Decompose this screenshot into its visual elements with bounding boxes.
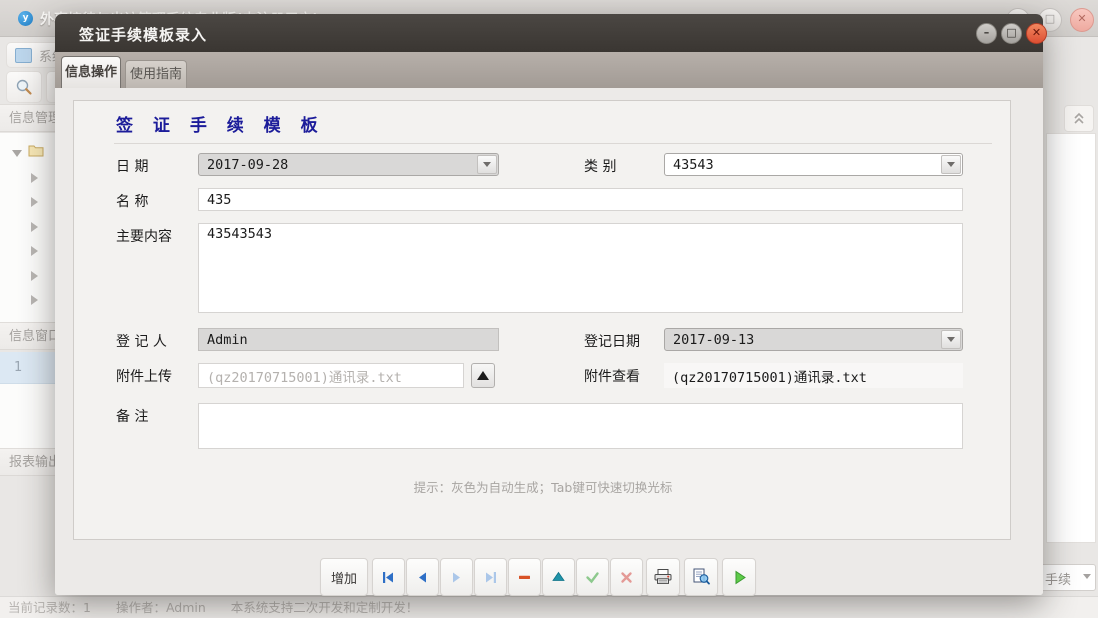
- category-value: 43543: [673, 157, 714, 173]
- print-icon: [653, 568, 673, 586]
- search-icon: [15, 78, 33, 96]
- name-input[interactable]: [198, 188, 963, 211]
- attachment-upload-button[interactable]: [471, 363, 495, 388]
- first-record-button[interactable]: [372, 558, 405, 596]
- double-chevron-up-icon: [1072, 112, 1086, 125]
- register-date-combobox[interactable]: 2017-09-13: [664, 328, 963, 351]
- edit-record-icon: [550, 569, 567, 586]
- main-content-textarea[interactable]: 43543543: [198, 223, 963, 313]
- category-combobox[interactable]: 43543: [664, 153, 963, 176]
- remark-textarea[interactable]: [198, 403, 963, 449]
- registrant-input[interactable]: [198, 328, 499, 351]
- screen: y 外事接待与出访管理系统专业版(未注册用户) – □ ✕ 系统 信息管理 信息…: [0, 0, 1098, 618]
- last-record-button[interactable]: [474, 558, 507, 596]
- tree-item-arrow-icon[interactable]: [31, 271, 38, 281]
- chevron-down-icon: [947, 337, 955, 342]
- print-preview-button[interactable]: [684, 558, 718, 596]
- print-preview-icon: [691, 568, 711, 586]
- system-menu-icon: [15, 48, 32, 63]
- first-record-icon: [380, 569, 397, 586]
- attachment-view-field[interactable]: (qz20170715001)通讯录.txt: [664, 363, 963, 388]
- tree-item-arrow-icon[interactable]: [31, 295, 38, 305]
- form-panel: 签 证 手 续 模 板 日 期 2017-09-28 类 别 43543 名 称…: [73, 100, 1011, 540]
- confirm-check-icon: [584, 569, 601, 586]
- tree-item-arrow-icon[interactable]: [31, 246, 38, 256]
- last-record-icon: [482, 569, 499, 586]
- tab-info-operation[interactable]: 信息操作: [61, 56, 121, 88]
- register-date-value: 2017-09-13: [673, 332, 754, 348]
- bg-close-button[interactable]: ✕: [1070, 8, 1094, 32]
- dialog-minimize-button[interactable]: –: [976, 23, 997, 44]
- tab-user-guide[interactable]: 使用指南: [125, 60, 187, 88]
- register-date-label: 登记日期: [584, 331, 640, 351]
- main-content-label: 主要内容: [116, 226, 172, 246]
- right-bottom-dropdown-value: 手续: [1045, 569, 1071, 588]
- dialog-close-button[interactable]: ✕: [1026, 23, 1047, 44]
- upload-icon: [477, 371, 489, 380]
- collapse-panel-button[interactable]: [1064, 105, 1094, 132]
- category-label: 类 别: [584, 156, 616, 176]
- tree-expanded-arrow-icon[interactable]: [12, 150, 22, 157]
- tree-item-arrow-icon[interactable]: [31, 222, 38, 232]
- delete-record-icon: [516, 569, 533, 586]
- form-heading: 签 证 手 续 模 板: [116, 111, 325, 136]
- dialog-tabstrip: [55, 52, 1043, 88]
- dialog-maximize-button[interactable]: □: [1001, 23, 1022, 44]
- name-label: 名 称: [116, 191, 148, 211]
- run-play-icon: [731, 569, 748, 586]
- form-hint: 提示：灰色为自动生成；Tab键可快速切换光标: [74, 477, 1012, 496]
- next-record-button[interactable]: [440, 558, 473, 596]
- app-icon: y: [18, 11, 33, 26]
- search-button[interactable]: [6, 71, 42, 103]
- cancel-button[interactable]: [610, 558, 643, 596]
- add-record-label: 增加: [331, 568, 357, 587]
- delete-record-button[interactable]: [508, 558, 541, 596]
- date-value: 2017-09-28: [207, 157, 288, 173]
- heading-divider: [114, 143, 992, 144]
- remark-label: 备 注: [116, 406, 148, 426]
- print-button[interactable]: [646, 558, 680, 596]
- previous-record-button[interactable]: [406, 558, 439, 596]
- date-combobox[interactable]: 2017-09-28: [198, 153, 499, 176]
- cancel-x-icon: [618, 569, 635, 586]
- category-dropdown-button[interactable]: [941, 155, 961, 174]
- run-button[interactable]: [722, 558, 756, 596]
- attachment-upload-label: 附件上传: [116, 366, 172, 386]
- chevron-down-icon: [947, 162, 955, 167]
- visa-template-entry-dialog: 签证手续模板录入 – □ ✕ 信息操作 使用指南 签 证 手 续 模 板 日 期…: [55, 14, 1043, 595]
- confirm-button[interactable]: [576, 558, 609, 596]
- right-content-panel: [1046, 133, 1096, 543]
- next-record-icon: [448, 569, 465, 586]
- status-bar: 当前记录数：1 操作者：Admin 本系统支持二次开发和定制开发！: [0, 596, 1098, 618]
- date-label: 日 期: [116, 156, 148, 176]
- edit-record-button[interactable]: [542, 558, 575, 596]
- chevron-down-icon: [483, 162, 491, 167]
- add-record-button[interactable]: 增加: [320, 558, 368, 596]
- date-dropdown-button[interactable]: [477, 155, 497, 174]
- chevron-down-icon: [1083, 574, 1091, 579]
- attachment-upload-input[interactable]: [198, 363, 464, 388]
- attachment-view-label: 附件查看: [584, 366, 640, 386]
- dialog-title: 签证手续模板录入: [79, 24, 207, 45]
- register-date-dropdown-button[interactable]: [941, 330, 961, 349]
- folder-icon: [28, 144, 44, 157]
- tree-item-arrow-icon[interactable]: [31, 173, 38, 183]
- tree-item-arrow-icon[interactable]: [31, 197, 38, 207]
- previous-record-icon: [414, 569, 431, 586]
- registrant-label: 登 记 人: [116, 331, 167, 351]
